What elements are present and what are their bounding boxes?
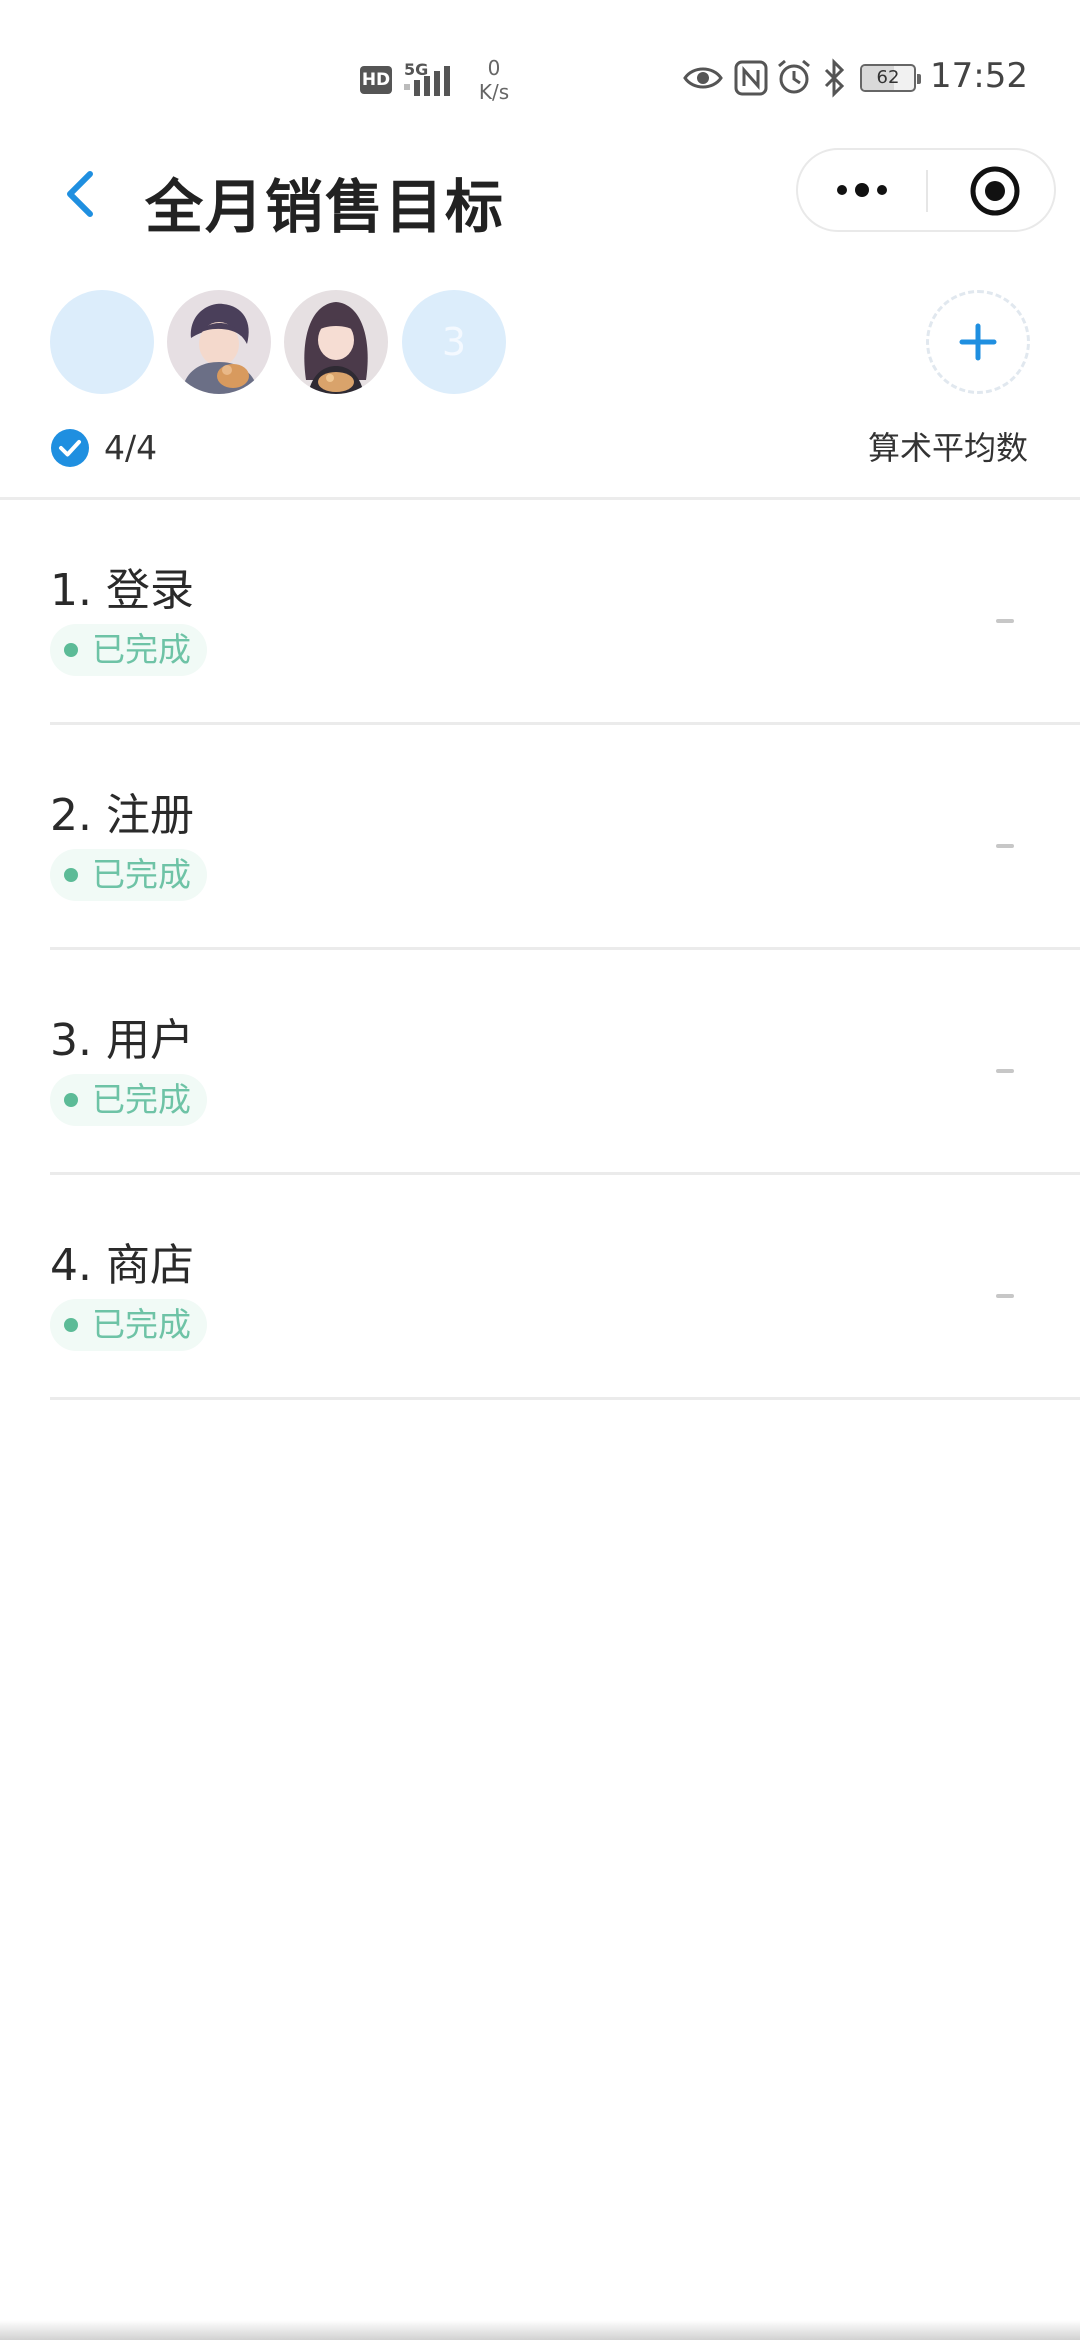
task-list: 1. 登录 已完成 2. 注册 已完成 3. 用户 已完成 4. 商店 已完成 [0, 500, 1080, 1400]
page-title: 全月销售目标 [145, 173, 506, 241]
task-row[interactable]: 4. 商店 已完成 [0, 1175, 1080, 1400]
completion-progress: 4/4 [104, 428, 158, 467]
status-badge: 已完成 [50, 1074, 207, 1126]
task-title: 4. 商店 [50, 1240, 194, 1291]
task-value-dash [996, 619, 1014, 623]
girl-avatar[interactable] [284, 290, 388, 394]
girl-avatar-image [284, 290, 388, 394]
alarm-icon [778, 59, 810, 94]
miniprogram-capsule [796, 148, 1056, 232]
clock: 17:52 [930, 56, 1028, 96]
member-count-avatar[interactable]: 3 [402, 290, 506, 394]
task-value-dash [996, 1069, 1014, 1073]
row-divider [50, 1397, 1080, 1400]
network-speed: 0 K/s [472, 56, 516, 104]
status-badge: 已完成 [50, 1299, 207, 1351]
check-circle-icon [51, 429, 89, 467]
task-title: 3. 用户 [50, 1015, 194, 1066]
battery-level: 62 [876, 67, 900, 88]
task-row[interactable]: 3. 用户 已完成 [0, 950, 1080, 1175]
boy-avatar-image [167, 290, 271, 394]
task-title: 2. 注册 [50, 790, 194, 841]
status-label: 已完成 [92, 1080, 191, 1119]
plus-icon [959, 323, 997, 361]
task-row[interactable]: 1. 登录 已完成 [0, 500, 1080, 725]
close-miniprogram-icon[interactable] [968, 164, 1022, 218]
task-title: 1. 登录 [50, 565, 194, 616]
app-screen: HD 5G 0 K/s 62 17:52 全月销售目标 3 4/4 算术平均数 … [0, 0, 1080, 2340]
speed-value: 0 [487, 56, 501, 80]
status-badge: 已完成 [50, 624, 207, 676]
average-mode-selector[interactable]: 算术平均数 [868, 428, 1028, 468]
status-label: 已完成 [92, 630, 191, 669]
bottom-shadow [0, 2320, 1080, 2340]
nfc-icon [734, 60, 768, 96]
battery-icon: 62 [860, 64, 921, 92]
hd-badge: HD [360, 66, 392, 94]
status-dot [64, 868, 78, 882]
status-dot [64, 643, 78, 657]
empty-avatar[interactable] [50, 290, 154, 394]
status-dot [64, 1093, 78, 1107]
task-value-dash [996, 844, 1014, 848]
signal-icon [404, 66, 450, 96]
status-label: 已完成 [92, 855, 191, 894]
capsule-divider [926, 170, 928, 212]
boy-avatar[interactable] [167, 290, 271, 394]
status-badge: 已完成 [50, 849, 207, 901]
status-dot [64, 1318, 78, 1332]
eye-icon [683, 67, 723, 89]
speed-unit: K/s [478, 80, 510, 104]
status-bar: HD 5G 0 K/s 62 17:52 [0, 0, 1080, 130]
add-member-button[interactable] [926, 290, 1030, 394]
bluetooth-icon [824, 58, 845, 98]
task-value-dash [996, 1294, 1014, 1298]
more-icon[interactable] [832, 170, 892, 210]
status-label: 已完成 [92, 1305, 191, 1344]
back-icon[interactable] [60, 168, 100, 220]
task-row[interactable]: 2. 注册 已完成 [0, 725, 1080, 950]
